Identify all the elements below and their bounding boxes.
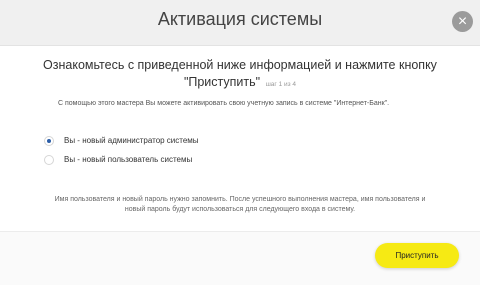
option-label: Вы - новый пользователь системы xyxy=(64,155,193,164)
note-line-2: новый пароль будут использоваться для сл… xyxy=(124,206,356,213)
intro-line-1: Ознакомьтесь с приведенной ниже информац… xyxy=(43,58,437,72)
dialog-title: Активация системы xyxy=(157,9,323,29)
dialog-header: Активация системы × xyxy=(0,0,480,46)
wizard-description: С помощью этого мастера Вы можете активи… xyxy=(58,100,390,107)
intro-text: Ознакомьтесь с приведенной ниже информац… xyxy=(20,57,460,93)
password-note: Имя пользователя и новый пароль нужно за… xyxy=(20,195,460,215)
radio-new-user[interactable] xyxy=(44,155,54,165)
step-indicator: шаг 1 из 4 xyxy=(265,81,297,88)
intro-line-2: "Приступить" xyxy=(183,75,261,89)
close-icon: × xyxy=(457,13,468,30)
note-line-1: Имя пользователя и новый пароль нужно за… xyxy=(54,196,426,203)
close-button[interactable]: × xyxy=(452,11,473,32)
option-label: Вы - новый администратор системы xyxy=(64,136,199,145)
radio-new-admin[interactable] xyxy=(44,136,54,146)
start-button[interactable]: Приступить xyxy=(375,243,459,268)
